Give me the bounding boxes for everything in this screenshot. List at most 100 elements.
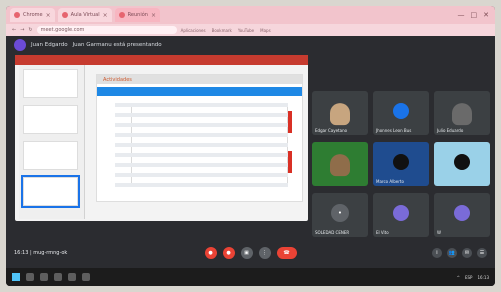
- participant-name: Julio Eduardo: [437, 128, 464, 133]
- header-band: [97, 87, 302, 96]
- tray-arrow[interactable]: ^: [457, 275, 460, 280]
- participant-video: [330, 154, 350, 177]
- close-tab-icon[interactable]: ×: [151, 12, 156, 19]
- bookmark-item[interactable]: Bookmark: [212, 28, 232, 33]
- accent-bar: [288, 151, 292, 173]
- camera-button[interactable]: ●: [222, 247, 235, 259]
- presentation-banner: Juan Edgardo Juan Garmanu está presentan…: [6, 36, 495, 54]
- bookmarks-bar: Aplicaciones Bookmark YouTube Maps: [181, 28, 271, 33]
- participant-tile[interactable]: Edgar Cayetano: [312, 91, 368, 135]
- participant-tile[interactable]: [312, 142, 368, 186]
- chat-icon[interactable]: ✉: [462, 248, 472, 258]
- slide-title: Actividades: [97, 75, 302, 84]
- participant-tile[interactable]: El Vito: [373, 193, 429, 237]
- mic-button[interactable]: ●: [204, 247, 217, 259]
- close-tab-icon[interactable]: ×: [103, 12, 108, 19]
- table-row: [115, 133, 288, 137]
- avatar: [454, 153, 470, 170]
- forward-icon[interactable]: →: [20, 27, 24, 33]
- close-tab-icon[interactable]: ×: [46, 12, 51, 19]
- participant-name: SOLEDAD CENER: [315, 230, 350, 235]
- tab-reunion[interactable]: Reunión ×: [114, 8, 160, 22]
- powerpoint-ribbon: [15, 55, 308, 65]
- avatar: [393, 102, 409, 119]
- activities-icon[interactable]: ☰: [477, 248, 487, 258]
- accent-bar: [288, 111, 292, 133]
- participant-name: Marco Alberto: [376, 179, 404, 184]
- participant-tile[interactable]: Marco Alberto: [373, 142, 429, 186]
- refresh-icon[interactable]: ↻: [28, 27, 32, 33]
- participant-tile[interactable]: [434, 142, 490, 186]
- participant-video: [330, 103, 350, 126]
- tab-chrome[interactable]: Chrome ×: [10, 8, 55, 22]
- clock[interactable]: 16:13: [477, 275, 489, 280]
- slide-thumbnail[interactable]: [23, 141, 78, 170]
- leave-call-button[interactable]: ☎: [276, 247, 297, 259]
- chrome-icon: [14, 12, 20, 18]
- meet-icon: [118, 12, 125, 18]
- info-icon[interactable]: i: [432, 248, 442, 258]
- folder-icon[interactable]: [68, 273, 76, 281]
- shared-presentation: Actividades: [15, 55, 308, 221]
- slide-thumbnails: [19, 65, 85, 219]
- windows-taskbar: ^ ESP 16:13: [6, 268, 495, 286]
- tab-label: Chrome: [23, 12, 43, 18]
- slide-canvas: Actividades: [97, 75, 302, 201]
- meeting-code: 16:13 | mug-rmng-ok: [14, 250, 68, 256]
- table-row: [115, 143, 288, 147]
- bookmark-item[interactable]: Maps: [260, 28, 271, 33]
- more-button[interactable]: ⋮: [258, 247, 271, 259]
- maximize-icon[interactable]: □: [471, 11, 478, 19]
- participant-name: El Vito: [376, 230, 389, 235]
- table-row: [115, 183, 288, 187]
- tab-aula-virtual[interactable]: Aula Virtual ×: [57, 8, 112, 22]
- participant-name: Jhonnes Leon Bus: [376, 128, 412, 133]
- table-row: [115, 123, 288, 127]
- participant-video: [452, 103, 472, 126]
- avatar: [393, 204, 409, 221]
- side-controls: i 👥 ✉ ☰: [432, 248, 487, 258]
- language-indicator[interactable]: ESP: [465, 275, 472, 280]
- slide-thumbnail[interactable]: [23, 69, 78, 98]
- close-icon[interactable]: ✕: [483, 11, 489, 19]
- tab-label: Aula Virtual: [70, 12, 100, 18]
- minimize-icon[interactable]: —: [458, 11, 465, 19]
- present-button[interactable]: ▣: [240, 247, 253, 259]
- table-row: [115, 103, 288, 107]
- avatar: [454, 204, 470, 221]
- table-row: [115, 173, 288, 177]
- mail-icon[interactable]: [82, 273, 90, 281]
- meet-window: Juan Edgardo Juan Garmanu está presentan…: [6, 36, 495, 286]
- browser-icon[interactable]: [54, 273, 62, 281]
- table-row: [115, 163, 288, 167]
- slide-thumbnail[interactable]: [23, 105, 78, 134]
- table-row: [115, 153, 288, 157]
- system-tray: ^ ESP 16:13: [457, 275, 495, 280]
- browser-tabbar: Chrome × Aula Virtual × Reunión × — □ ✕: [6, 6, 495, 24]
- screen: Chrome × Aula Virtual × Reunión × — □ ✕ …: [6, 6, 495, 286]
- participant-name: W: [437, 230, 441, 235]
- participant-tile[interactable]: Jhonnes Leon Bus: [373, 91, 429, 135]
- call-controls: ● ● ▣ ⋮ ☎: [204, 247, 297, 259]
- camera-off-icon: •: [331, 203, 349, 222]
- participants-grid: Edgar Cayetano Jhonnes Leon Bus Julio Ed…: [312, 91, 491, 238]
- address-bar: ← → ↻ meet.google.com Aplicaciones Bookm…: [6, 24, 495, 36]
- url-field[interactable]: meet.google.com: [36, 26, 177, 34]
- start-icon[interactable]: [12, 273, 20, 281]
- presenter-status: Juan Garmanu está presentando: [72, 42, 162, 48]
- tab-label: Reunión: [127, 12, 148, 18]
- presenter-name: Juan Edgardo: [31, 42, 68, 48]
- slide-thumbnail-selected[interactable]: [21, 175, 80, 208]
- presenter-icon: [14, 39, 26, 51]
- bookmark-item[interactable]: Aplicaciones: [181, 28, 206, 33]
- participant-tile[interactable]: Julio Eduardo: [434, 91, 490, 135]
- bookmark-item[interactable]: YouTube: [238, 28, 254, 33]
- search-icon[interactable]: [26, 273, 34, 281]
- participant-name: Edgar Cayetano: [315, 128, 348, 133]
- participant-tile[interactable]: • SOLEDAD CENER: [312, 193, 368, 237]
- participant-tile[interactable]: W: [434, 193, 490, 237]
- back-icon[interactable]: ←: [12, 27, 16, 33]
- people-icon[interactable]: 👥: [447, 248, 457, 258]
- task-view-icon[interactable]: [40, 273, 48, 281]
- window-controls: — □ ✕: [458, 11, 496, 19]
